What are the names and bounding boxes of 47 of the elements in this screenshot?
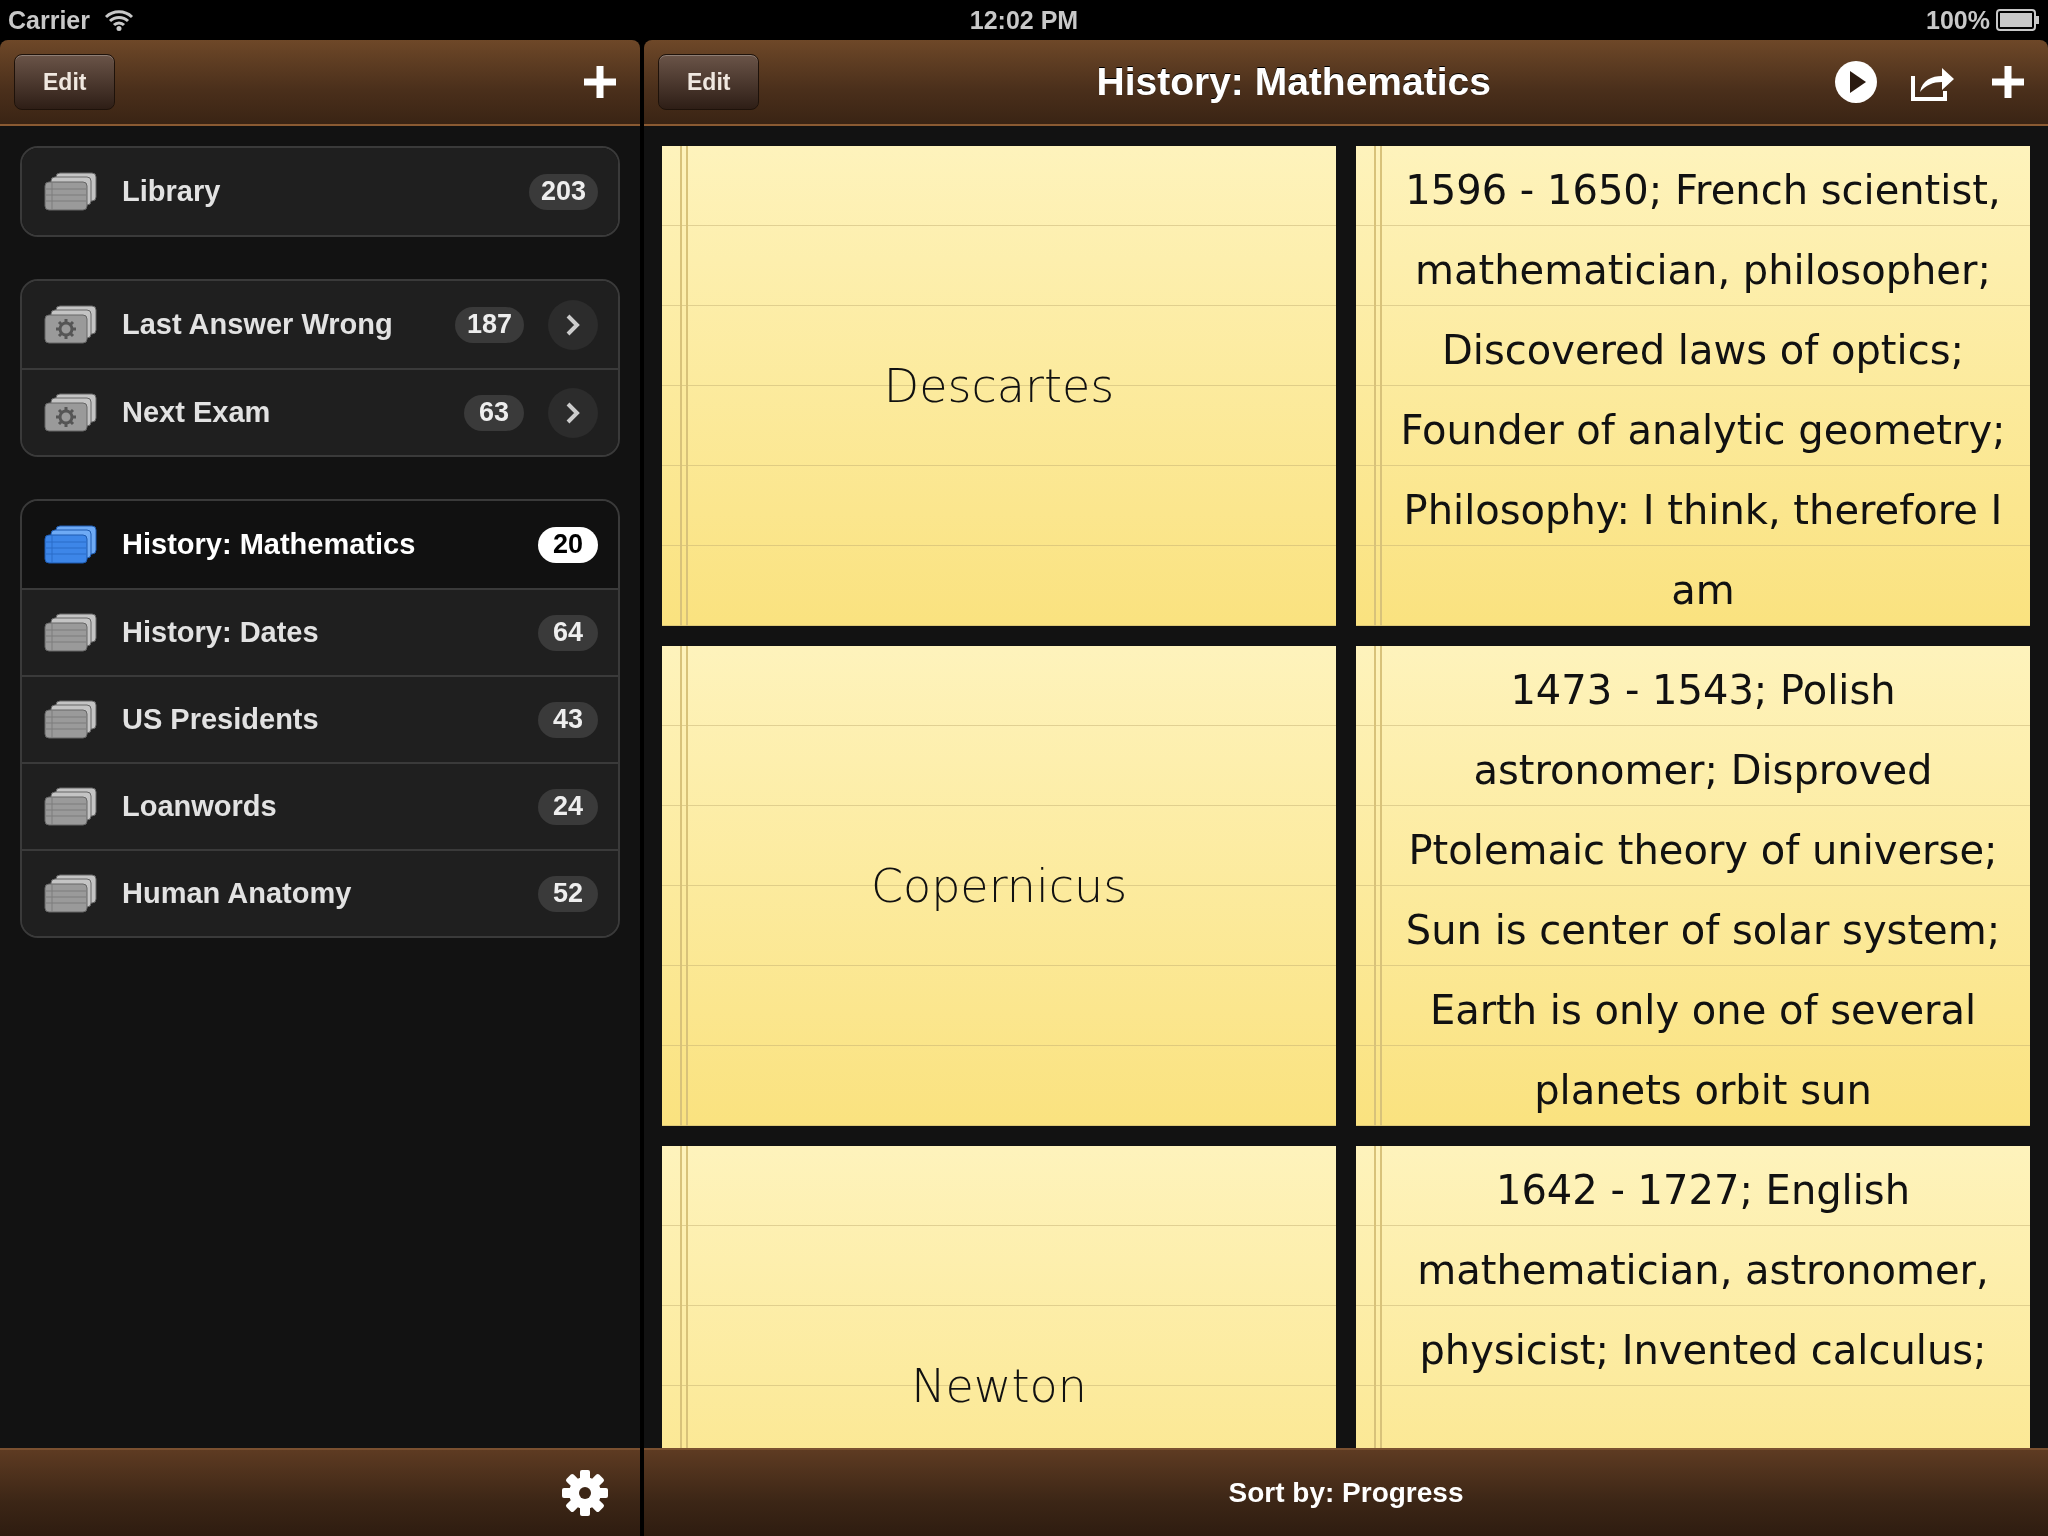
deck-name: History: Mathematics [122,528,417,561]
details-button[interactable] [548,299,598,350]
card-count: 187 [454,306,524,343]
card-definition: 1596 - 1650; French scientist, mathematician, philosopher; Discovered laws of optics; Founder of analytic geometry; Philosophy: I think, therefore I am [1399,166,2007,615]
deck-name: Loanwords [122,790,278,823]
card-stack-icon [42,171,98,212]
card-count: 52 [538,875,598,912]
card-count: 20 [538,526,598,563]
card-stack-icon [42,699,98,740]
card-count: 63 [464,394,524,431]
deck-name: Next Exam [122,396,272,429]
deck-name: Library [122,175,222,208]
card-definition: 1642 - 1727; English mathematician, astronomer, physicist; Invented calculus; [1416,1166,1990,1375]
card-count: 43 [538,701,598,738]
card-stack-icon [42,786,98,827]
deck-name: Last Answer Wrong [122,308,394,341]
carrier-label: Carrier [8,5,90,35]
deck-name: Human Anatomy [122,877,353,910]
card-term: Copernicus [870,859,1128,913]
card-stack-icon [42,873,98,914]
smart-deck-icon [42,392,98,433]
deck-name: US Presidents [122,703,320,736]
chevron-right-icon [564,400,582,425]
card-stack-icon [42,524,98,565]
deck-row[interactable]: Human Anatomy 52 [22,849,618,936]
card-count: 24 [538,788,598,825]
deck-title: History: Mathematics [1095,60,1492,104]
card-definition: 1473 - 1543; Polish astronomer; Disproved Ptolemaic theory of universe; Sun is center of solar system; Earth is only one of several planets orbit sun [1404,666,2002,1115]
card-stack-icon [42,612,98,653]
deck-row[interactable]: Next Exam 63 [22,368,618,455]
smart-deck-icon [42,304,98,345]
edit-button[interactable]: Edit [14,54,116,110]
details-button[interactable] [548,387,598,438]
edit-button[interactable]: Edit [658,54,760,110]
deck-row[interactable]: History: Mathematics 20 [22,501,618,588]
card-count: 203 [528,173,598,210]
clock-time: 12:02 PM [969,5,1079,35]
battery-percent: 100% [1926,5,1990,35]
card-term: Descartes [883,359,1115,413]
chevron-right-icon [564,312,582,337]
battery-icon [1996,9,2040,31]
wifi-icon [104,9,134,31]
card-count: 64 [538,614,598,651]
sort-button[interactable]: Sort by: Progress [1222,1471,1470,1515]
card-term: Newton [911,1359,1087,1413]
deck-name: History: Dates [122,616,320,649]
deck-row[interactable]: Library 203 [22,148,618,235]
